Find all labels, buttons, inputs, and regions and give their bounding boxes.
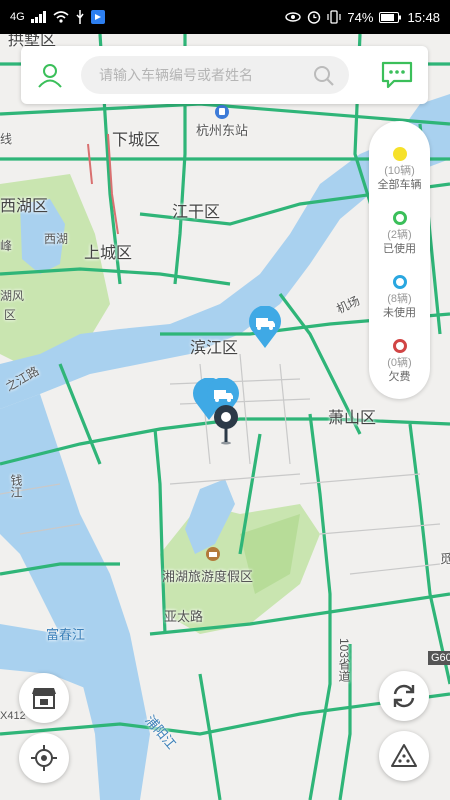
label-hupan: 湖风 <box>0 289 25 303</box>
label-qu: 区 <box>4 308 17 322</box>
label-mi: 觅 <box>440 552 450 566</box>
eye-icon <box>285 12 302 22</box>
truck-icon <box>249 305 281 348</box>
label-qianjiang: 钱江 <box>9 474 23 498</box>
status-left: 4G <box>10 10 105 24</box>
label-fuchun-river: 富春江 <box>46 627 86 642</box>
user-button[interactable] <box>33 58 67 92</box>
train-station-icon <box>215 105 229 119</box>
vehicle-pin[interactable] <box>246 305 284 355</box>
layers-button[interactable] <box>379 731 429 781</box>
filter-label: 全部车辆 <box>377 179 422 191</box>
label-shangcheng: 上城区 <box>84 245 133 262</box>
label-binjiang: 滨江区 <box>190 340 239 357</box>
label-xihu-district: 西湖区 <box>0 198 49 215</box>
battery-icon <box>379 11 402 23</box>
vehicle-filter-panel: (10辆) 全部车辆 (2辆) 已使用 (8辆) 未使用 (0辆) 欠费 <box>369 121 430 399</box>
locate-icon <box>31 745 57 771</box>
label-line: 线 <box>0 132 13 146</box>
label-x412: X412 <box>0 710 26 722</box>
filter-in-use[interactable]: (2辆) 已使用 <box>369 211 430 257</box>
label-xihu-lake: 西湖 <box>44 232 69 246</box>
user-icon <box>38 64 62 88</box>
locate-button[interactable] <box>19 733 69 783</box>
yellow-dot-icon <box>392 147 407 161</box>
status-time: 15:48 <box>407 9 440 25</box>
filter-count: (2辆) <box>387 229 412 241</box>
search-icon[interactable] <box>313 65 335 87</box>
label-g60: G60 <box>428 651 450 665</box>
filter-count: (10辆) <box>384 165 415 177</box>
status-right: 74% 15:48 <box>285 10 440 25</box>
filter-label: 未使用 <box>383 307 416 319</box>
scenic-spot-icon <box>206 547 220 561</box>
signal-icon <box>30 11 46 23</box>
label-feng: 峰 <box>0 239 13 253</box>
green-ring-icon <box>392 211 407 225</box>
label-xianghu: 湘湖旅游度假区 <box>162 569 254 584</box>
filter-count: (0辆) <box>387 357 412 369</box>
network-label: 4G <box>10 11 25 23</box>
app-notification-icon <box>90 10 105 24</box>
location-marker-icon <box>214 405 238 445</box>
refresh-icon <box>393 684 415 708</box>
filter-arrears[interactable]: (0辆) 欠费 <box>369 339 430 385</box>
layers-icon <box>391 744 417 767</box>
filter-unused[interactable]: (8辆) 未使用 <box>369 275 430 321</box>
red-ring-icon <box>392 339 407 353</box>
filter-count: (8辆) <box>387 293 412 305</box>
label-yatai-road: 亚太路 <box>164 609 204 624</box>
label-road-103: 103省道 <box>337 638 351 683</box>
filter-all-vehicles[interactable]: (10辆) 全部车辆 <box>369 147 430 193</box>
alarm-icon <box>308 11 321 24</box>
blue-ring-icon <box>392 275 407 289</box>
label-hangzhou-east: 杭州东站 <box>196 123 249 138</box>
status-bar: 4G 74% 15:48 <box>0 0 450 34</box>
shop-button[interactable] <box>19 673 69 723</box>
filter-label: 已使用 <box>383 243 416 255</box>
message-icon <box>381 61 413 89</box>
label-xiacheng: 下城区 <box>112 132 161 149</box>
filter-label: 欠费 <box>388 371 411 383</box>
current-location-pin <box>212 404 240 451</box>
search-field <box>81 56 349 94</box>
message-button[interactable] <box>380 59 414 91</box>
label-jianggan: 江干区 <box>172 204 221 221</box>
search-input[interactable] <box>81 56 299 94</box>
label-xiaoshan: 萧山区 <box>328 410 377 427</box>
wifi-icon <box>53 11 69 23</box>
search-bar <box>21 46 428 104</box>
shop-icon <box>32 688 56 709</box>
battery-percent: 74% <box>347 9 374 25</box>
usb-icon <box>76 10 84 24</box>
refresh-button[interactable] <box>379 671 429 721</box>
vibrate-icon <box>327 10 342 24</box>
